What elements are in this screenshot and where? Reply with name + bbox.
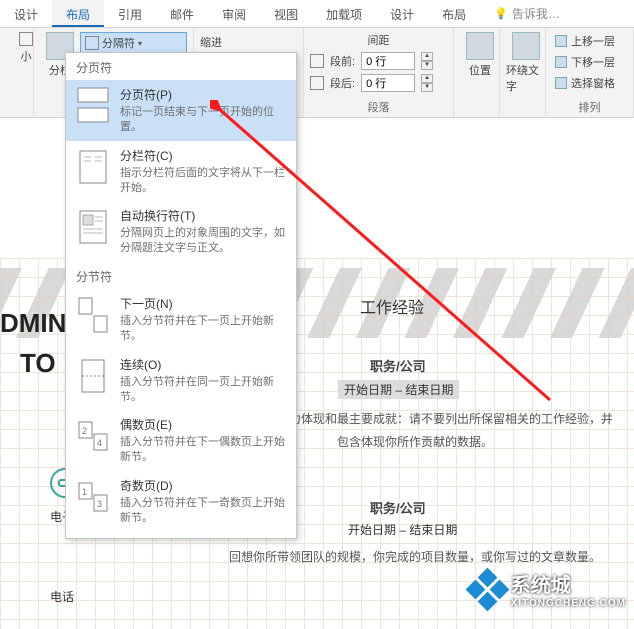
continuous-title: 连续(O) (120, 356, 286, 373)
menu-item-continuous[interactable]: 连续(O) 插入分节符并在同一页上开始新节。 (66, 350, 296, 411)
tell-me-label: 告诉我… (512, 5, 560, 22)
lightbulb-icon: 💡 (494, 7, 508, 20)
menu-item-odd-page[interactable]: 13 奇数页(D) 插入分节符并在下一奇数页上开始新节。 (66, 471, 296, 532)
next-page-title: 下一页(N) (120, 295, 286, 312)
odd-page-title: 奇数页(D) (120, 477, 286, 494)
page-breaks-header: 分页符 (66, 53, 296, 80)
breaks-dropdown-menu: 分页符 分页符(P) 标记一页结束与下一页开始的位置。 分栏符(C) 指示分栏符后面… (65, 52, 297, 539)
column-break-title: 分栏符(C) (120, 147, 286, 164)
breaks-label: 分隔符 (102, 35, 135, 51)
menu-item-next-page[interactable]: 下一页(N) 插入分节符并在下一页上开始新节。 (66, 289, 296, 350)
watermark-logo-icon (465, 567, 509, 611)
tab-view[interactable]: 视图 (260, 0, 312, 27)
page-break-desc: 标记一页结束与下一页开始的位置。 (120, 105, 286, 135)
tab-layout-2[interactable]: 布局 (428, 0, 480, 27)
watermark-brand: 系统城 (511, 575, 571, 597)
send-backward-icon (555, 56, 567, 68)
selection-pane-icon (555, 77, 567, 89)
svg-text:4: 4 (97, 438, 102, 448)
continuous-icon (76, 356, 110, 396)
arrange-group-label: 排列 (546, 99, 633, 115)
name-fragment-2: TO (20, 348, 56, 379)
tab-design[interactable]: 设计 (0, 0, 52, 27)
section-breaks-header: 分节符 (66, 262, 296, 289)
tab-review[interactable]: 审阅 (208, 0, 260, 27)
tab-addins[interactable]: 加载项 (312, 0, 376, 27)
size-icon (19, 32, 33, 46)
menu-item-column-break[interactable]: 分栏符(C) 指示分栏符后面的文字将从下一栏开始。 (66, 141, 296, 202)
spacing-before-input[interactable] (361, 52, 415, 70)
before-label: 段前: (330, 53, 355, 69)
bring-forward-button[interactable]: 上移一层 (552, 32, 627, 50)
send-backward-button[interactable]: 下移一层 (552, 53, 627, 71)
next-page-desc: 插入分节符并在下一页上开始新节。 (120, 314, 286, 344)
job-desc-2: 回想你所带领团队的规模，你完成的项目数量，或你写过的文章数量。 (215, 546, 615, 569)
menu-item-even-page[interactable]: 24 偶数页(E) 插入分节符并在下一偶数页上开始新节。 (66, 410, 296, 471)
selection-pane-button[interactable]: 选择窗格 (552, 74, 627, 92)
phone-label: 电话 (50, 588, 74, 605)
column-break-desc: 指示分栏符后面的文字将从下一栏开始。 (120, 166, 286, 196)
tell-me[interactable]: 💡 告诉我… (480, 0, 574, 27)
after-label: 段后: (330, 75, 355, 91)
selection-pane-label: 选择窗格 (571, 75, 615, 91)
send-backward-label: 下移一层 (571, 54, 615, 70)
position-icon (466, 32, 494, 60)
indent-label: 缩进 (200, 34, 297, 50)
spacing-after-input[interactable] (361, 74, 415, 92)
date-range-2: 开始日期 – 结束日期 (348, 521, 457, 538)
watermark-url: XITONGCHENG.COM (511, 598, 626, 609)
date-range-1: 开始日期 – 结束日期 (338, 380, 459, 399)
text-wrapping-title: 自动换行符(T) (120, 207, 286, 224)
menu-item-text-wrapping[interactable]: 自动换行符(T) 分隔网页上的对象周围的文字，如分隔题注文字与正文。 (66, 201, 296, 262)
even-page-title: 偶数页(E) (120, 416, 286, 433)
wrap-label: 环绕文字 (506, 62, 546, 94)
section-heading-experience: 工作经验 (360, 294, 424, 318)
wrap-icon (512, 32, 540, 60)
name-fragment-1: DMIN (0, 308, 66, 339)
watermark: 系统城 XITONGCHENG.COM (472, 569, 626, 609)
bring-forward-label: 上移一层 (571, 33, 615, 49)
breaks-icon (85, 36, 99, 50)
before-spinner[interactable]: ▲▼ (421, 52, 433, 70)
after-spinner[interactable]: ▲▼ (421, 74, 433, 92)
text-wrapping-desc: 分隔网页上的对象周围的文字，如分隔题注文字与正文。 (120, 226, 286, 256)
column-break-icon (76, 147, 110, 187)
position-button[interactable]: 位置 (460, 32, 500, 78)
even-page-desc: 插入分节符并在下一偶数页上开始新节。 (120, 435, 286, 465)
svg-text:1: 1 (82, 487, 87, 497)
svg-text:2: 2 (82, 426, 87, 436)
paragraph-group-label: 段落 (304, 99, 453, 115)
even-page-icon: 24 (76, 416, 110, 456)
chevron-down-icon: ▾ (138, 39, 142, 48)
job-title-2: 职务/公司 (370, 498, 426, 517)
tab-references[interactable]: 引用 (104, 0, 156, 27)
bring-forward-icon (555, 35, 567, 47)
tab-mailings[interactable]: 邮件 (156, 0, 208, 27)
odd-page-desc: 插入分节符并在下一奇数页上开始新节。 (120, 496, 286, 526)
menu-item-page-break[interactable]: 分页符(P) 标记一页结束与下一页开始的位置。 (66, 80, 296, 141)
before-icon (310, 54, 324, 68)
position-label: 位置 (469, 62, 491, 78)
after-icon (310, 76, 324, 90)
tab-design-2[interactable]: 设计 (376, 0, 428, 27)
odd-page-icon: 13 (76, 477, 110, 517)
ribbon-tabs: 设计 布局 引用 邮件 审阅 视图 加载项 设计 布局 💡 告诉我… (0, 0, 634, 28)
text-wrapping-icon (76, 207, 110, 247)
page-break-icon (76, 86, 110, 126)
spacing-label: 间距 (310, 32, 447, 48)
breaks-dropdown-button[interactable]: 分隔符 ▾ (80, 32, 187, 54)
tab-layout[interactable]: 布局 (52, 0, 104, 27)
next-page-icon (76, 295, 110, 335)
job-title-1: 职务/公司 (370, 356, 426, 375)
svg-text:3: 3 (97, 499, 102, 509)
size-label: 小 (21, 48, 32, 64)
continuous-desc: 插入分节符并在同一页上开始新节。 (120, 375, 286, 405)
page-break-title: 分页符(P) (120, 86, 286, 103)
wrap-text-button[interactable]: 环绕文字 (506, 32, 546, 94)
